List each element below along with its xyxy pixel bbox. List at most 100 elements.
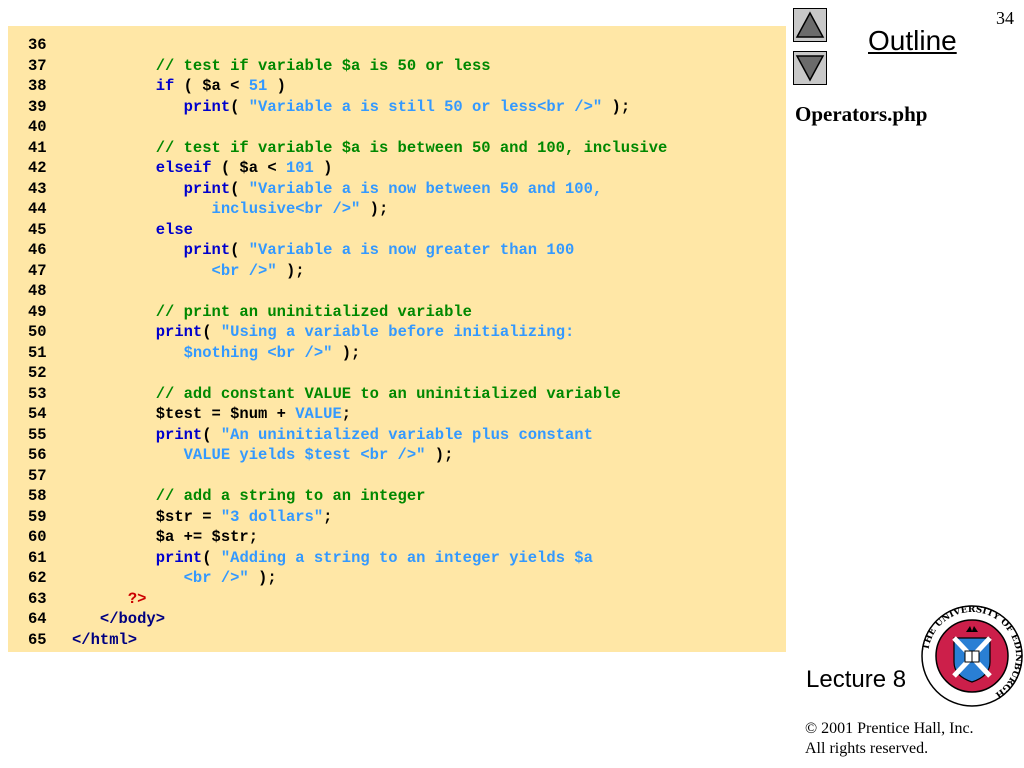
line-number: 53 xyxy=(28,384,47,403)
code-token: ( xyxy=(202,323,221,341)
line-number: 39 xyxy=(28,97,47,116)
code-token: ; xyxy=(341,405,352,423)
line-number: 37 xyxy=(28,56,47,75)
line-number: 63 xyxy=(28,589,47,608)
university-crest-logo: THE UNIVERSITY OF EDINBURGH xyxy=(921,605,1023,707)
code-line: 60 $a += $str; xyxy=(28,527,667,548)
code-token: print xyxy=(183,241,231,259)
code-token: "3 dollars" xyxy=(220,507,324,526)
code-token: inclusive<br />" xyxy=(211,200,361,218)
code-token: // test if variable $a is 50 or less xyxy=(155,56,491,75)
code-line: 62 <br />" ); xyxy=(28,568,667,589)
line-number: 58 xyxy=(28,487,47,505)
code-listing-panel: 36 37 // test if variable $a is 50 or les… xyxy=(8,26,786,652)
code-line: 45 else xyxy=(28,220,667,241)
line-number: 41 xyxy=(28,138,47,157)
code-token: ( $a < xyxy=(174,77,249,95)
line-number: 62 xyxy=(28,569,47,587)
code-token: print xyxy=(183,97,231,116)
code-line: 38 if ( $a < 51 ) xyxy=(28,76,667,97)
code-token: print xyxy=(183,179,231,198)
line-number: 60 xyxy=(28,528,47,546)
code-line: 36 xyxy=(28,35,667,56)
line-number: 45 xyxy=(28,220,47,239)
code-token: "Variable a is now greater than 100 xyxy=(248,241,575,259)
code-token: <br />" xyxy=(183,569,249,587)
code-token: VALUE xyxy=(295,405,342,423)
code-token: ( xyxy=(202,425,221,444)
code-token: // add a string to an integer xyxy=(155,487,426,505)
file-name-title: Operators.php xyxy=(795,102,928,126)
code-line: 58 // add a string to an integer xyxy=(28,486,667,507)
code-line: 65 </html> xyxy=(28,630,667,651)
lecture-label: Lecture 8 xyxy=(806,666,907,693)
line-number: 38 xyxy=(28,77,47,95)
code-line: 43 print( "Variable a is now between 50 … xyxy=(28,179,667,200)
code-line: 44 inclusive<br />" ); xyxy=(28,199,667,220)
code-token: VALUE yields $test <br />" xyxy=(183,446,426,464)
line-number: 46 xyxy=(28,241,47,259)
code-line: 48 xyxy=(28,281,667,302)
page-number: 34 xyxy=(996,8,1014,28)
code-token: "Variable a is now between 50 and 100, xyxy=(248,179,603,198)
code-token: <br />" xyxy=(211,261,277,280)
previous-slide-button[interactable] xyxy=(793,8,827,42)
line-number: 47 xyxy=(28,261,47,280)
code-lines: 36 37 // test if variable $a is 50 or les… xyxy=(28,35,667,650)
code-line: 61 print( "Adding a string to an integer… xyxy=(28,548,667,569)
code-line: 63 ?> xyxy=(28,589,667,610)
code-token: 51 xyxy=(248,77,268,95)
next-slide-button[interactable] xyxy=(793,51,827,85)
line-number: 43 xyxy=(28,179,47,198)
code-line: 51 $nothing <br />" ); xyxy=(28,343,667,364)
code-line: 49 // print an uninitialized variable xyxy=(28,302,667,323)
code-line: 54 $test = $num + VALUE; xyxy=(28,404,667,425)
code-line: 46 print( "Variable a is now greater tha… xyxy=(28,240,667,261)
code-token: elseif xyxy=(155,159,212,177)
code-line: 47 <br />" ); xyxy=(28,261,667,282)
code-token: ( xyxy=(230,179,249,198)
code-token: ); xyxy=(248,569,277,587)
code-token: print xyxy=(155,425,203,444)
code-token: print xyxy=(155,548,203,567)
code-token: if xyxy=(155,77,175,95)
code-token: else xyxy=(155,220,193,239)
code-line: 40 xyxy=(28,117,667,138)
rights-line: All rights reserved. xyxy=(805,740,929,757)
code-token: ( $a < xyxy=(211,159,286,177)
code-token: </html> xyxy=(72,630,138,649)
code-line: 55 print( "An uninitialized variable plu… xyxy=(28,425,667,446)
code-line: 53 // add constant VALUE to an uninitial… xyxy=(28,384,667,405)
code-token: "An uninitialized variable plus constant xyxy=(220,425,593,444)
code-token: $test = $num + xyxy=(155,405,296,423)
code-line: 50 print( "Using a variable before initi… xyxy=(28,322,667,343)
line-number: 36 xyxy=(28,36,47,54)
code-token: // add constant VALUE to an uninitialize… xyxy=(155,384,621,403)
code-token: ); xyxy=(276,261,305,280)
triangle-up-icon xyxy=(795,11,825,38)
code-token: ); xyxy=(332,343,361,362)
outline-link[interactable]: Outline xyxy=(868,25,957,57)
code-token: 101 xyxy=(285,159,314,177)
code-token: </body> xyxy=(99,610,166,628)
code-token: $nothing <br />" xyxy=(183,343,333,362)
copyright-line: © 2001 Prentice Hall, Inc. xyxy=(805,720,974,737)
line-number: 50 xyxy=(28,323,47,341)
code-token: ); xyxy=(360,200,389,218)
code-line: 37 // test if variable $a is 50 or less xyxy=(28,56,667,77)
